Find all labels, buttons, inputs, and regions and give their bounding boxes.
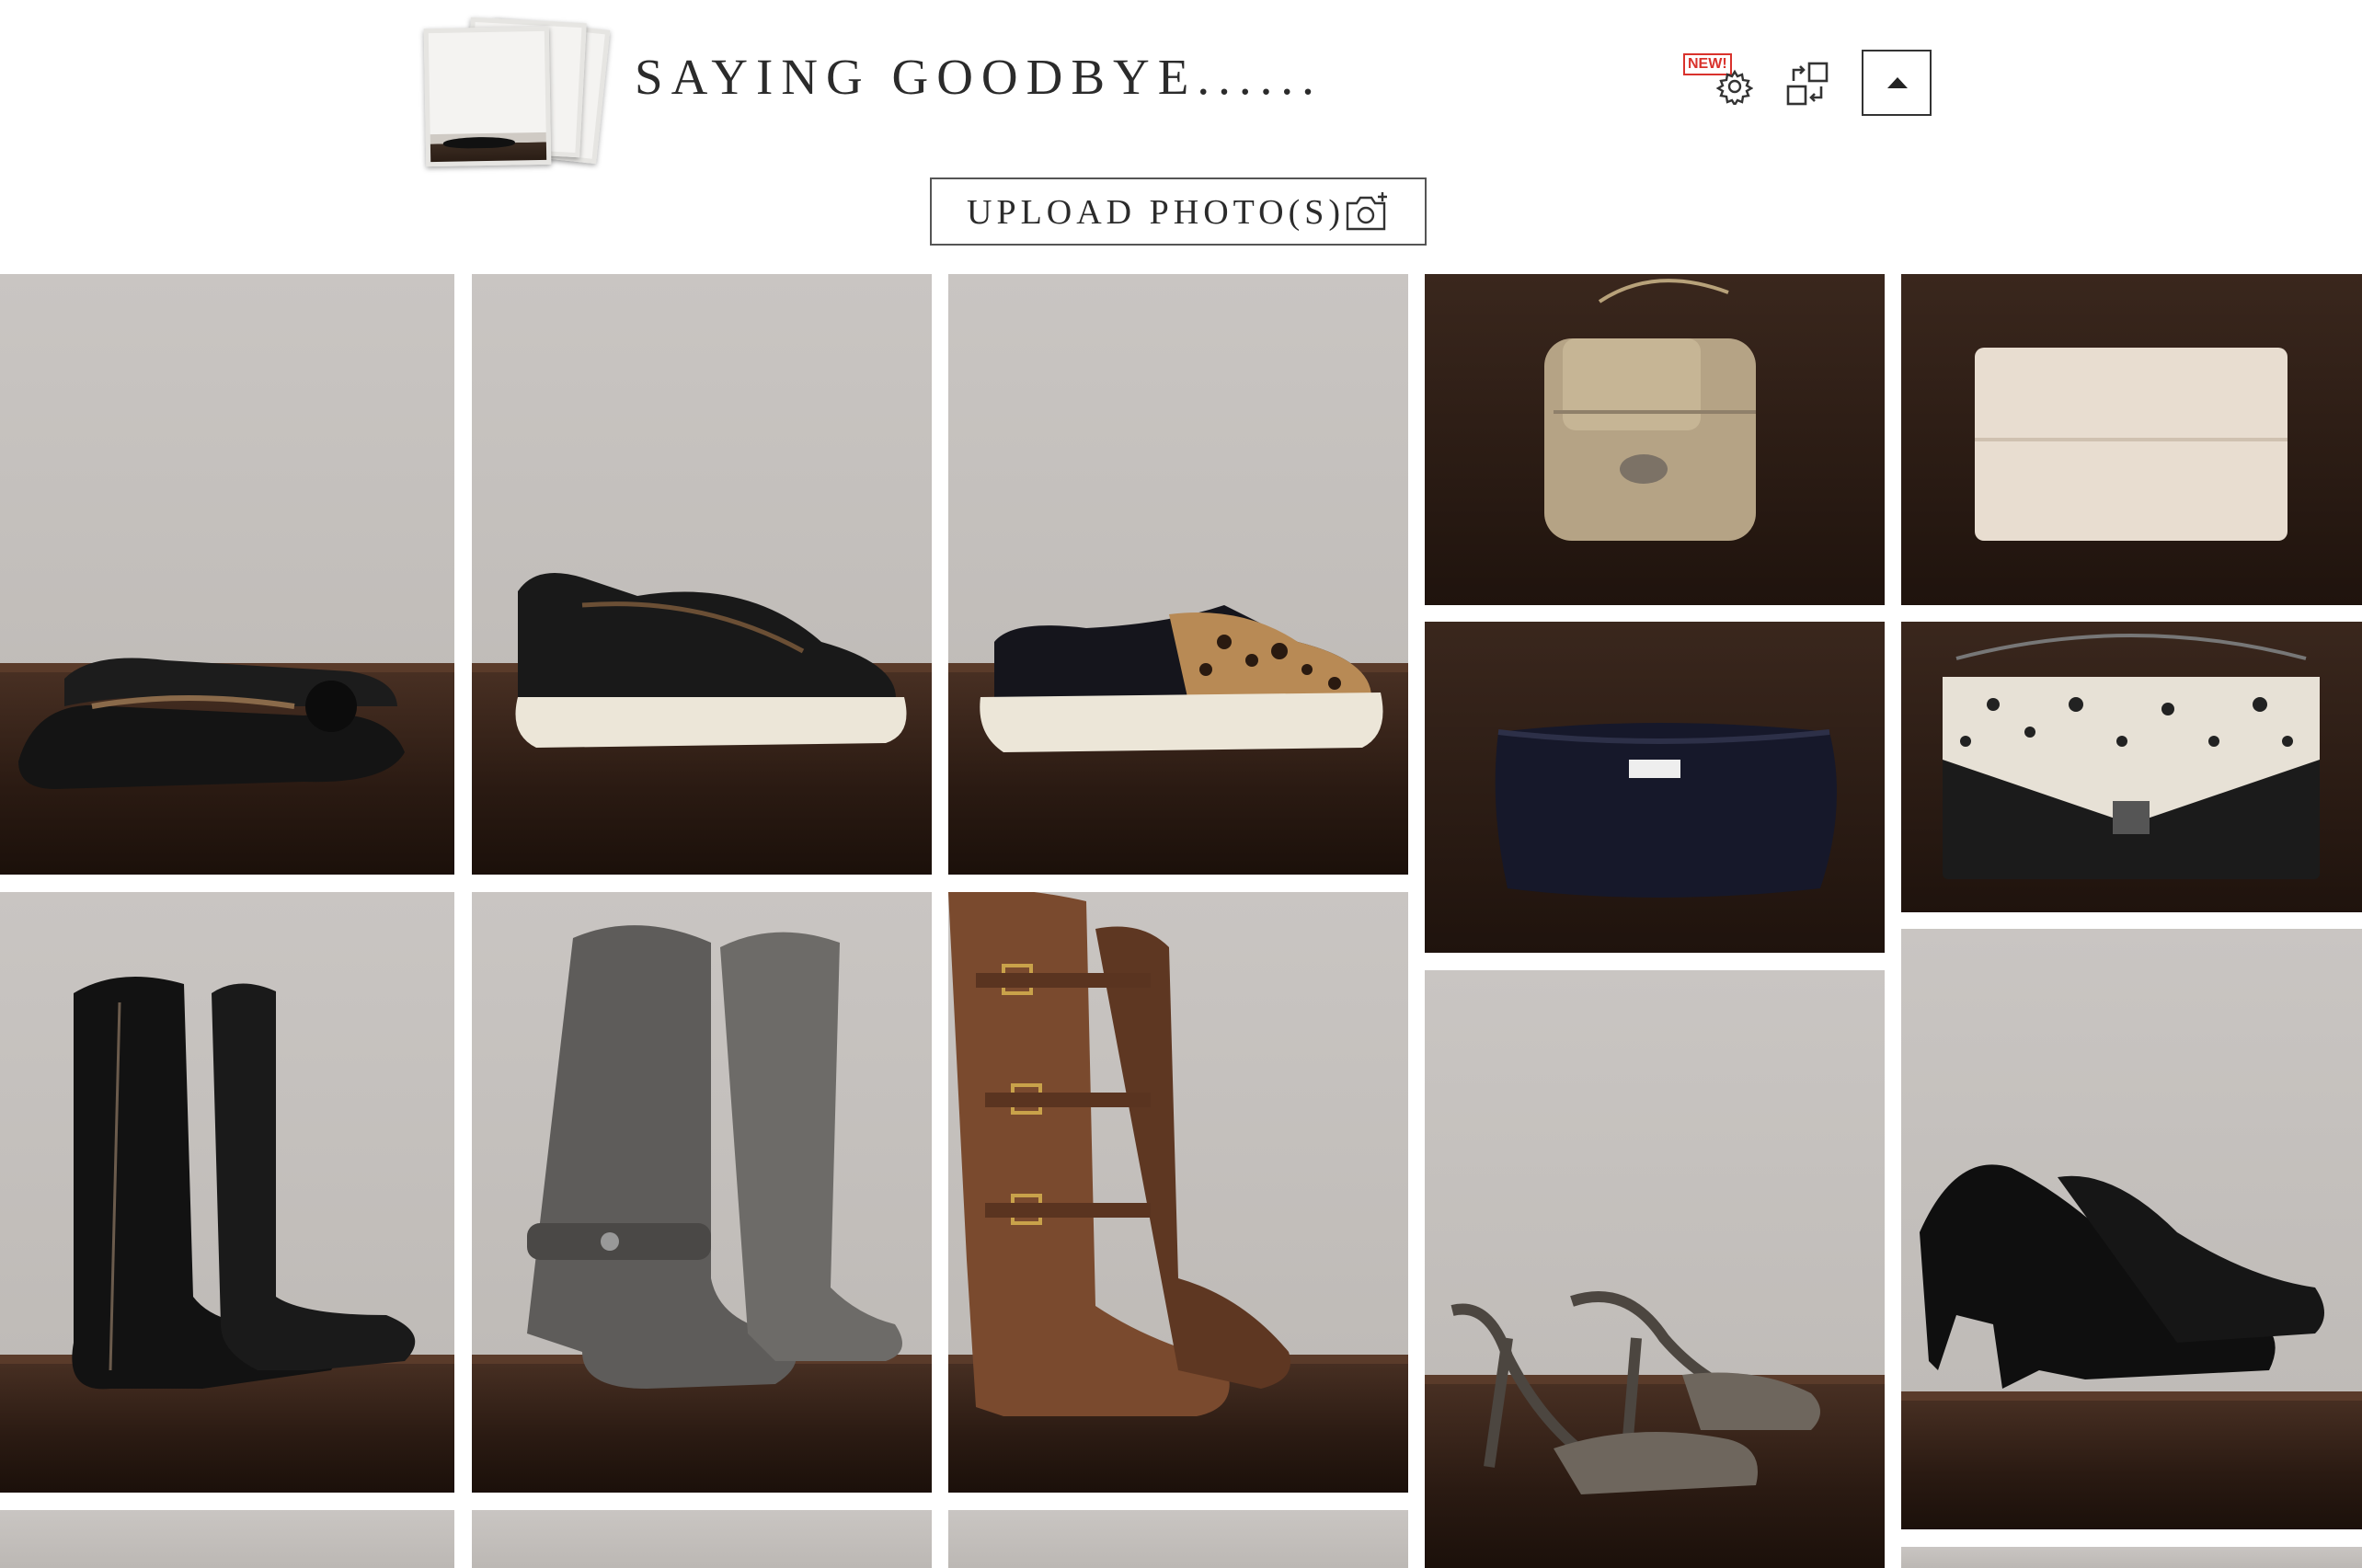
photo-black-boots [72,977,416,1390]
settings-button[interactable]: NEW! [1680,52,1753,105]
gallery-photo[interactable] [948,892,1408,1493]
photo-cream-clutch [1975,348,2287,541]
photo-leopard-chain-bag [1943,634,2320,879]
swap-button[interactable] [1784,61,1830,107]
gallery-photo[interactable] [472,892,932,1493]
caret-up-icon [1887,77,1908,88]
album-stack-icon[interactable] [416,15,611,167]
gallery-photo[interactable] [1425,622,1885,953]
page-header: SAYING GOODBYE...... NEW! UPLOAD PHOTO(S… [0,0,2362,267]
gallery-photo[interactable] [472,274,932,875]
photo-brown-riding-boots [948,892,1290,1416]
photo-black-booties [1920,1164,2324,1389]
gallery-photo[interactable] [948,274,1408,875]
gallery-photo[interactable] [1901,274,2362,605]
gallery-photo[interactable] [1425,274,1885,605]
swap-icon [1786,62,1829,106]
gear-icon [1716,69,1753,105]
photo-grey-boots [527,925,902,1389]
camera-add-icon [1346,192,1387,231]
photo-pewter-heels [1450,1291,1820,1494]
album-title: SAYING GOODBYE...... [635,49,1323,105]
upload-photos-button[interactable]: UPLOAD PHOTO(S) [930,177,1427,246]
gallery-photo[interactable] [472,1510,932,1568]
photo-black-sneakers [515,573,907,748]
upload-label: UPLOAD PHOTO(S) [967,193,1346,232]
gallery-photo[interactable] [1901,929,2362,1529]
photo-navy-pouch [1495,723,1837,898]
photo-gold-bag [1544,279,1756,541]
photo-leopard-sneakers [980,605,1383,752]
scroll-top-button[interactable] [1862,50,1932,116]
gallery-photo[interactable] [1425,970,1885,1568]
photo-black-flats [18,658,405,789]
gallery-photo[interactable] [948,1510,1408,1568]
gallery-photo[interactable] [1901,622,2362,912]
gallery-photo[interactable] [1901,1547,2362,1568]
gallery-photo[interactable] [0,892,454,1493]
gallery-photo[interactable] [0,1510,454,1568]
gallery-photo[interactable] [0,274,454,875]
